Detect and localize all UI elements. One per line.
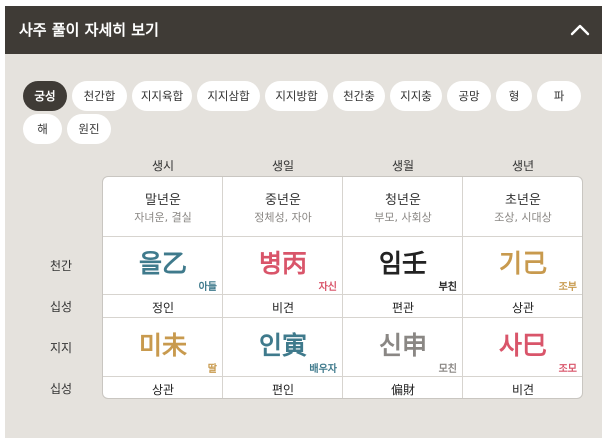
life-title: 청년운	[385, 193, 421, 208]
sipseong-value: 편관	[391, 301, 415, 315]
jiji-character: 인寅	[258, 331, 307, 360]
tab-hyeong[interactable]: 형	[496, 81, 532, 111]
jiji-role-tag: 배우자	[309, 364, 337, 375]
tab-jiji-banghap[interactable]: 지지방합	[265, 81, 328, 111]
column-header-year: 생년	[511, 159, 535, 173]
life-title: 초년운	[505, 193, 541, 208]
sipseong-value: 상관	[151, 383, 175, 397]
column-header-hour: 생시	[151, 159, 175, 173]
panel-title: 사주 풀이 자세히 보기	[19, 21, 159, 39]
life-title: 말년운	[145, 193, 181, 208]
life-subtitle: 부모, 사회상	[374, 211, 432, 224]
life-cell: 말년운 자녀운, 결실	[103, 177, 223, 236]
cheongan-cell[interactable]: 기己 조부	[463, 237, 582, 294]
cheongan-role-tag: 아들	[198, 282, 217, 293]
cheongan-role-tag: 자신	[318, 282, 337, 293]
grid-divider	[103, 376, 582, 377]
jiji-role-tag: 딸	[207, 364, 217, 375]
row-header-cheongan: 천간	[49, 259, 73, 273]
row-header-sipseong-top: 십성	[49, 300, 73, 314]
jiji-character: 사巳	[498, 331, 547, 360]
tab-gongmang[interactable]: 공망	[447, 81, 491, 111]
cheongan-role-tag: 조부	[558, 282, 577, 293]
jiji-cell[interactable]: 사巳 조모	[463, 318, 582, 376]
row-header-jiji: 지지	[49, 341, 73, 355]
column-header-day: 생일	[271, 159, 295, 173]
tab-cheongan-chung[interactable]: 천간충	[333, 81, 385, 111]
sipseong-value: 정인	[151, 301, 175, 315]
life-subtitle: 조상, 시대상	[494, 211, 552, 224]
row-header-sipseong-bottom: 십성	[49, 382, 73, 396]
panel-header[interactable]: 사주 풀이 자세히 보기	[5, 6, 602, 54]
jiji-cell[interactable]: 신申 모친	[343, 318, 463, 376]
tab-jiji-yukhap[interactable]: 지지육합	[132, 81, 192, 111]
jiji-character: 미未	[138, 331, 187, 360]
jiji-cell[interactable]: 인寅 배우자	[223, 318, 343, 376]
cheongan-character: 임壬	[378, 249, 427, 278]
chevron-up-icon[interactable]	[568, 18, 592, 42]
life-subtitle: 자녀운, 결실	[134, 211, 192, 224]
life-cell: 청년운 부모, 사회상	[343, 177, 463, 236]
tab-hae[interactable]: 해	[23, 114, 62, 144]
tab-jiji-chung[interactable]: 지지충	[390, 81, 442, 111]
cheongan-cell[interactable]: 병丙 자신	[223, 237, 343, 294]
saju-grid: 말년운 자녀운, 결실 중년운 정체성, 자아 청년운 부모, 사회상 초년운 …	[102, 176, 583, 399]
cheongan-cell[interactable]: 임壬 부친	[343, 237, 463, 294]
sipseong-value: 비견	[511, 383, 535, 397]
life-cell: 초년운 조상, 시대상	[463, 177, 582, 236]
column-header-month: 생월	[391, 159, 415, 173]
life-subtitle: 정체성, 자아	[254, 211, 312, 224]
jiji-role-tag: 조모	[558, 364, 577, 375]
sipseong-value: 偏財	[390, 383, 415, 397]
tab-gungseong[interactable]: 궁성	[23, 81, 67, 111]
life-title: 중년운	[265, 193, 301, 208]
saju-detail-panel: 사주 풀이 자세히 보기 궁성 천간합 지지육합 지지삼합 지지방합 천간충 지…	[5, 6, 602, 438]
tab-wonjin[interactable]: 원진	[67, 114, 111, 144]
sipseong-value: 상관	[511, 301, 535, 315]
tab-jiji-samhap[interactable]: 지지삼합	[197, 81, 260, 111]
cheongan-character: 기己	[498, 249, 547, 278]
life-cell: 중년운 정체성, 자아	[223, 177, 343, 236]
sipseong-value: 비견	[271, 301, 295, 315]
cheongan-cell[interactable]: 을乙 아들	[103, 237, 223, 294]
tab-pa[interactable]: 파	[537, 81, 581, 111]
tab-cheonganhap[interactable]: 천간합	[72, 81, 127, 111]
jiji-cell[interactable]: 미未 딸	[103, 318, 223, 376]
jiji-role-tag: 모친	[438, 364, 457, 375]
cheongan-character: 을乙	[138, 249, 187, 278]
cheongan-character: 병丙	[258, 249, 307, 278]
grid-divider	[103, 294, 582, 295]
jiji-character: 신申	[378, 331, 427, 360]
cheongan-role-tag: 부친	[438, 282, 457, 293]
sipseong-value: 편인	[271, 383, 295, 397]
